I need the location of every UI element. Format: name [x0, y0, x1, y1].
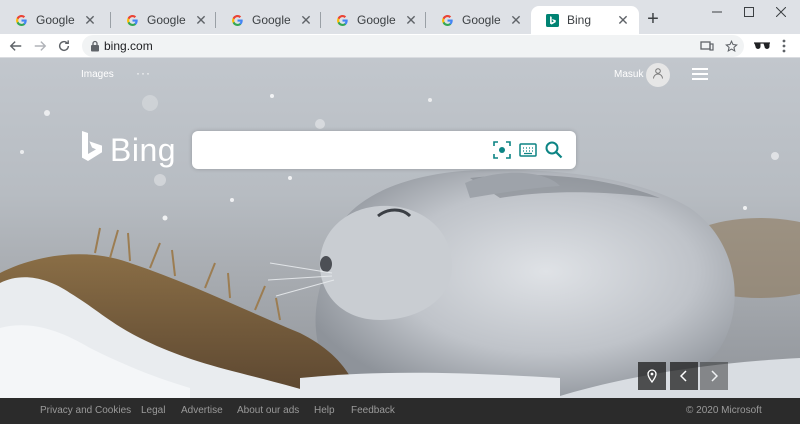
tab-title: Google [357, 13, 396, 27]
tab-google-4[interactable]: Google ✕ [321, 6, 427, 34]
kebab-menu-icon[interactable] [776, 36, 792, 56]
hamburger-menu-icon[interactable] [692, 68, 708, 80]
visual-search-icon[interactable] [492, 140, 512, 160]
tab-strip: Google ✕ Google ✕ Google ✕ Google ✕ Goog… [0, 0, 800, 34]
bing-b-icon [545, 13, 559, 27]
close-tab-icon[interactable]: ✕ [403, 12, 419, 28]
send-to-device-icon[interactable] [700, 39, 714, 53]
tab-title: Google [252, 13, 291, 27]
location-pin-icon[interactable] [638, 362, 666, 390]
extension-glasses-icon[interactable] [752, 36, 772, 56]
reload-icon[interactable] [54, 36, 74, 56]
footer-link-privacy[interactable]: Privacy and Cookies [40, 405, 131, 416]
images-link[interactable]: Images [81, 69, 114, 80]
more-options-link[interactable]: ··· [136, 66, 151, 80]
previous-image-button[interactable] [670, 362, 698, 390]
google-g-icon [440, 13, 454, 27]
tab-title: Google [462, 13, 501, 27]
tab-title: Bing [567, 13, 592, 27]
tab-google-2[interactable]: Google ✕ [111, 6, 217, 34]
tab-title: Google [36, 13, 75, 27]
google-g-icon [230, 13, 244, 27]
next-image-button[interactable] [700, 362, 728, 390]
footer-link-help[interactable]: Help [314, 405, 335, 416]
close-tab-icon[interactable]: ✕ [298, 12, 314, 28]
minimize-icon[interactable] [700, 0, 734, 24]
lock-icon [90, 39, 100, 57]
user-name[interactable]: Masuk [614, 69, 643, 80]
tab-bing-active[interactable]: Bing ✕ [531, 6, 639, 34]
address-url: bing.com [104, 39, 153, 53]
tab-google-3[interactable]: Google ✕ [216, 6, 322, 34]
forward-arrow-icon[interactable] [30, 36, 50, 56]
close-window-icon[interactable] [764, 0, 798, 24]
background-hare-photo [0, 94, 800, 398]
tab-google-5[interactable]: Google ✕ [426, 6, 532, 34]
footer: Privacy and Cookies Legal Advertise Abou… [0, 398, 800, 424]
bing-b-icon [80, 130, 104, 171]
footer-link-feedback[interactable]: Feedback [351, 405, 395, 416]
bing-logo: Bing [80, 130, 176, 171]
close-tab-icon[interactable]: ✕ [508, 12, 524, 28]
search-box[interactable] [192, 131, 576, 169]
search-input[interactable] [202, 139, 482, 161]
keyboard-icon[interactable] [518, 140, 538, 160]
bookmark-star-icon[interactable] [724, 39, 738, 53]
maximize-icon[interactable] [732, 0, 766, 24]
tab-title: Google [147, 13, 186, 27]
user-icon [652, 66, 664, 84]
browser-toolbar: bing.com [0, 34, 800, 58]
google-g-icon [125, 13, 139, 27]
new-tab-button[interactable]: + [642, 8, 664, 30]
copyright-text: © 2020 Microsoft [686, 405, 762, 416]
footer-link-about-ads[interactable]: About our ads [237, 405, 299, 416]
bing-homepage: Images ··· Masuk Bing [0, 58, 800, 398]
close-tab-icon[interactable]: ✕ [193, 12, 209, 28]
address-bar[interactable]: bing.com [82, 35, 744, 57]
google-g-icon [335, 13, 349, 27]
search-icon[interactable] [544, 140, 564, 160]
close-tab-icon[interactable]: ✕ [615, 12, 631, 28]
google-g-icon [14, 13, 28, 27]
footer-link-advertise[interactable]: Advertise [181, 405, 223, 416]
avatar[interactable] [646, 63, 670, 87]
close-tab-icon[interactable]: ✕ [82, 12, 98, 28]
tab-google-1[interactable]: Google ✕ [0, 6, 106, 34]
footer-link-legal[interactable]: Legal [141, 405, 165, 416]
back-arrow-icon[interactable] [6, 36, 26, 56]
bing-logo-text: Bing [110, 132, 177, 168]
